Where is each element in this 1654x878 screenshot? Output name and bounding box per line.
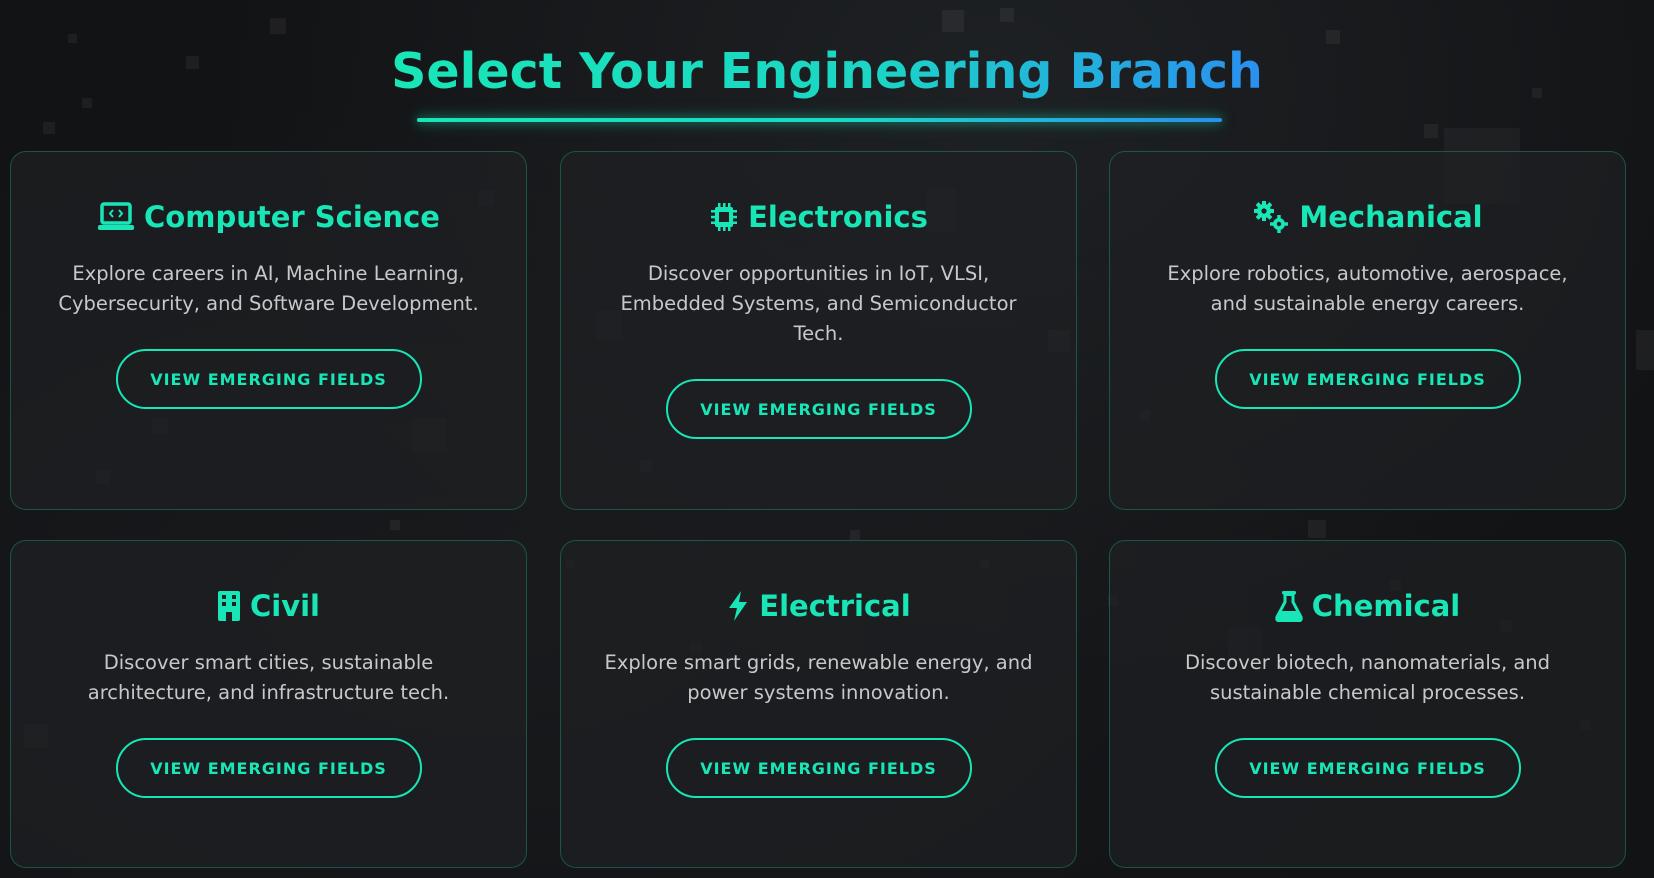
view-emerging-fields-button[interactable]: VIEW EMERGING FIELDS (1214, 738, 1521, 798)
page-title: Select Your Engineering Branch (391, 43, 1263, 100)
branch-card-mechanical: Mechanical Explore robotics, automotive,… (1109, 151, 1626, 510)
branch-card-chemical: Chemical Discover biotech, nanomaterials… (1109, 540, 1626, 868)
branch-card-computer-science: Computer Science Explore careers in AI, … (10, 151, 527, 510)
building-icon (217, 590, 241, 622)
card-title-label: Electronics (748, 200, 928, 234)
card-description: Explore smart grids, renewable energy, a… (604, 651, 1033, 704)
card-description: Discover smart cities, sustainable archi… (87, 651, 450, 704)
title-underline (417, 118, 1222, 122)
card-description: Explore robotics, automotive, aerospace,… (1167, 262, 1568, 315)
card-description: Discover opportunities in IoT, VLSI, Emb… (620, 262, 1017, 345)
card-title: Electronics (561, 197, 1076, 237)
view-emerging-fields-button[interactable]: VIEW EMERGING FIELDS (665, 379, 972, 439)
branch-card-electrical: Electrical Explore smart grids, renewabl… (560, 540, 1077, 868)
page-heading: Select Your Engineering Branch (0, 42, 1654, 102)
branch-card-civil: Civil Discover smart cities, sustainable… (10, 540, 527, 868)
card-title: Civil (11, 586, 526, 626)
flask-icon (1275, 590, 1303, 622)
card-description: Discover biotech, nanomaterials, and sus… (1184, 651, 1551, 704)
card-title-label: Electrical (759, 589, 911, 623)
card-title-label: Computer Science (144, 200, 440, 234)
branch-selection-page: Select Your Engineering Branch Computer … (0, 0, 1654, 878)
laptop-code-icon (97, 202, 135, 232)
card-title-label: Chemical (1311, 589, 1461, 623)
bolt-icon (726, 590, 750, 622)
card-title: Computer Science (11, 197, 526, 237)
view-emerging-fields-button[interactable]: VIEW EMERGING FIELDS (665, 738, 972, 798)
card-title: Mechanical (1110, 197, 1625, 237)
card-title-label: Civil (249, 589, 320, 623)
view-emerging-fields-button[interactable]: VIEW EMERGING FIELDS (115, 349, 422, 409)
view-emerging-fields-button[interactable]: VIEW EMERGING FIELDS (1214, 349, 1521, 409)
card-title: Electrical (561, 586, 1076, 626)
branch-card-electronics: Electronics Discover opportunities in Io… (560, 151, 1077, 510)
card-title: Chemical (1110, 586, 1625, 626)
view-emerging-fields-button[interactable]: VIEW EMERGING FIELDS (115, 738, 422, 798)
card-title-label: Mechanical (1299, 200, 1483, 234)
card-description: Explore careers in AI, Machine Learning,… (58, 262, 479, 315)
microchip-icon (709, 201, 739, 233)
gears-icon (1252, 200, 1290, 234)
